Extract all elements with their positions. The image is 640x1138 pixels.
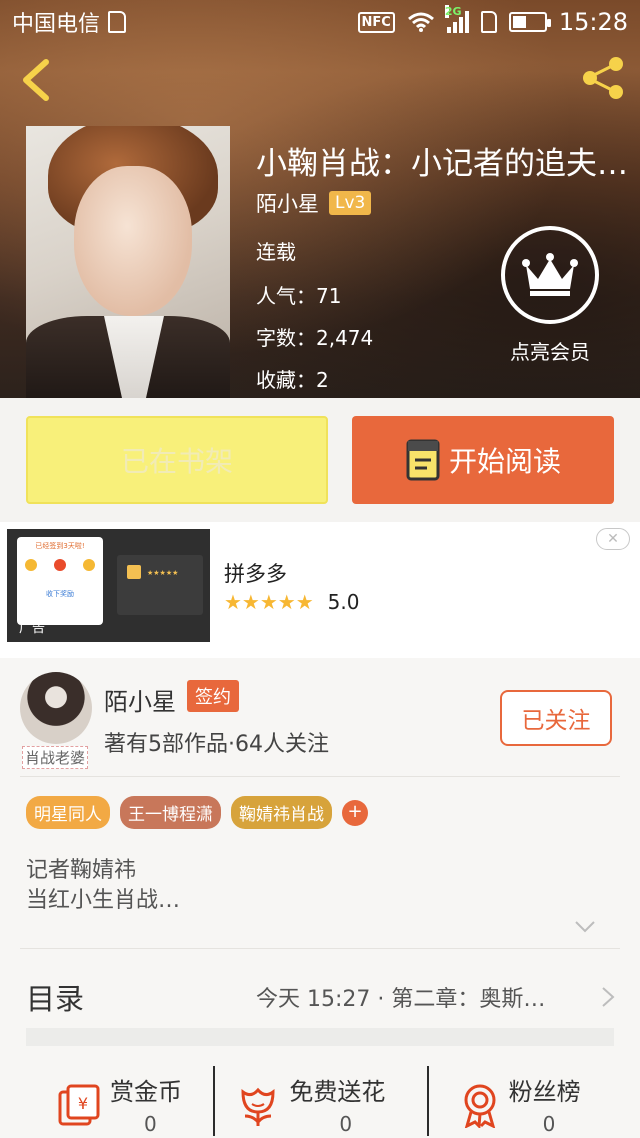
book-author[interactable]: 陌小星 xyxy=(256,188,319,218)
send-flower-button[interactable]: 免费送花 0 xyxy=(213,1062,426,1138)
follow-button[interactable]: 已关注 xyxy=(500,690,612,746)
ad-banner[interactable]: 已经签到3天啦! 收下奖励 × ★★★★★ 广告 拼多多 ★★★★★ 5.0 ✕ xyxy=(0,522,640,658)
synopsis-line: 记者鞠婧祎 xyxy=(26,858,137,883)
ad-app-name: 拼多多 xyxy=(224,562,287,586)
reward-coins-button[interactable]: ¥ 赏金币 0 xyxy=(0,1062,213,1138)
chevron-down-icon[interactable] xyxy=(574,920,596,934)
nfc-icon: NFC xyxy=(357,11,395,33)
book-author-row: 陌小星 Lv3 xyxy=(256,188,372,218)
avatar-caption: 肖战老婆 xyxy=(22,746,89,769)
ad-close-icon[interactable]: ✕ xyxy=(596,528,630,550)
ad-panel: ★★★★★ xyxy=(117,555,203,615)
ad-card-link: 收下奖励 xyxy=(46,590,74,598)
start-reading-button[interactable]: 开始阅读 xyxy=(352,416,614,504)
flower-icon xyxy=(241,1087,275,1126)
ad-card-title: 已经签到3天啦! xyxy=(35,542,85,550)
ad-rating: ★★★★★ 5.0 xyxy=(224,590,359,614)
signed-badge: 签约 xyxy=(187,680,239,712)
reward-coins-count: 0 xyxy=(144,1112,157,1136)
section-separator xyxy=(26,1028,614,1046)
book-cover[interactable] xyxy=(26,126,230,398)
toc-title: 目录 xyxy=(26,982,85,1016)
tag-item[interactable]: 明星同人 xyxy=(26,796,110,829)
divider xyxy=(20,776,620,777)
start-reading-label: 开始阅读 xyxy=(448,445,561,478)
book-header: 中国电信 NFC 2G 15:28 小鞠肖战：小记者的追夫… 陌小星 Lv3 连… xyxy=(0,0,640,398)
send-flower-label: 免费送花 xyxy=(289,1078,386,1106)
tag-list: 明星同人 王一博程潇 鞠婧祎肖战 + xyxy=(26,796,368,829)
status-bar: 中国电信 NFC 2G 15:28 xyxy=(0,0,640,44)
synopsis-line: 当红小生肖战… xyxy=(26,888,181,913)
medal-icon xyxy=(464,1084,496,1128)
carrier-name: 中国电信 xyxy=(12,12,101,37)
signal-icon: 2G xyxy=(444,5,469,33)
tag-item[interactable]: 王一博程潇 xyxy=(120,796,221,829)
svg-text:¥: ¥ xyxy=(78,1094,88,1113)
author-name[interactable]: 陌小星 xyxy=(104,682,176,717)
wifi-icon xyxy=(407,12,434,32)
bottom-action-bar: ¥ 赏金币 0 免费送花 0 粉丝榜 0 xyxy=(0,1062,640,1138)
red-envelope-icon: ¥ xyxy=(58,1084,100,1126)
star-rating-icon: ★★★★★ xyxy=(224,590,314,614)
author-section: 肖战老婆 陌小星 签约 著有5部作品·64人关注 已关注 明星同人 王一博程潇 … xyxy=(0,658,640,1138)
add-tag-button[interactable]: + xyxy=(342,799,368,826)
network-type: 2G xyxy=(444,5,462,18)
book-popularity: 人气：71 xyxy=(256,284,342,308)
sim-card-icon xyxy=(480,11,497,33)
clock: 15:28 xyxy=(558,8,628,36)
book-favorites: 收藏：2 xyxy=(256,368,329,392)
author-stats: 著有5部作品·64人关注 xyxy=(104,732,329,757)
fan-ranking-label: 粉丝榜 xyxy=(508,1078,581,1106)
ad-card-close-icon: × xyxy=(51,601,63,613)
level-badge: Lv3 xyxy=(329,191,372,215)
fan-ranking-count: 0 xyxy=(542,1112,556,1136)
battery-icon xyxy=(508,12,551,32)
action-bar: 已在书架 开始阅读 xyxy=(0,398,640,522)
book-title: 小鞠肖战：小记者的追夫… xyxy=(256,146,628,182)
back-arrow-icon[interactable] xyxy=(18,58,54,102)
book-word-count: 字数：2,474 xyxy=(256,326,374,350)
ad-tag: 广告 xyxy=(19,621,46,636)
book-icon xyxy=(406,439,440,481)
chevron-right-icon xyxy=(602,987,615,1007)
vip-button[interactable]: 点亮会员 xyxy=(500,226,600,365)
crown-icon xyxy=(501,226,599,324)
fan-ranking-button[interactable]: 粉丝榜 0 xyxy=(426,1062,640,1138)
share-icon[interactable] xyxy=(580,54,628,102)
latest-chapter: 今天 15:27 · 第二章：奥斯… xyxy=(256,987,546,1012)
vip-label: 点亮会员 xyxy=(510,340,590,364)
book-status: 连载 xyxy=(256,240,296,264)
reward-coins-label: 赏金币 xyxy=(110,1078,182,1106)
ad-image[interactable]: 已经签到3天啦! 收下奖励 × ★★★★★ 广告 xyxy=(7,529,210,642)
divider xyxy=(20,948,620,949)
avatar[interactable] xyxy=(20,672,92,744)
synopsis[interactable]: 记者鞠婧祎 当红小生肖战… xyxy=(26,856,180,916)
sim-icon xyxy=(108,11,127,33)
ad-rating-value: 5.0 xyxy=(327,590,360,614)
on-shelf-button[interactable]: 已在书架 xyxy=(26,416,328,504)
send-flower-count: 0 xyxy=(339,1112,353,1136)
tag-item[interactable]: 鞠婧祎肖战 xyxy=(231,796,332,829)
table-of-contents-row[interactable]: 目录 今天 15:27 · 第二章：奥斯… xyxy=(26,970,616,1024)
